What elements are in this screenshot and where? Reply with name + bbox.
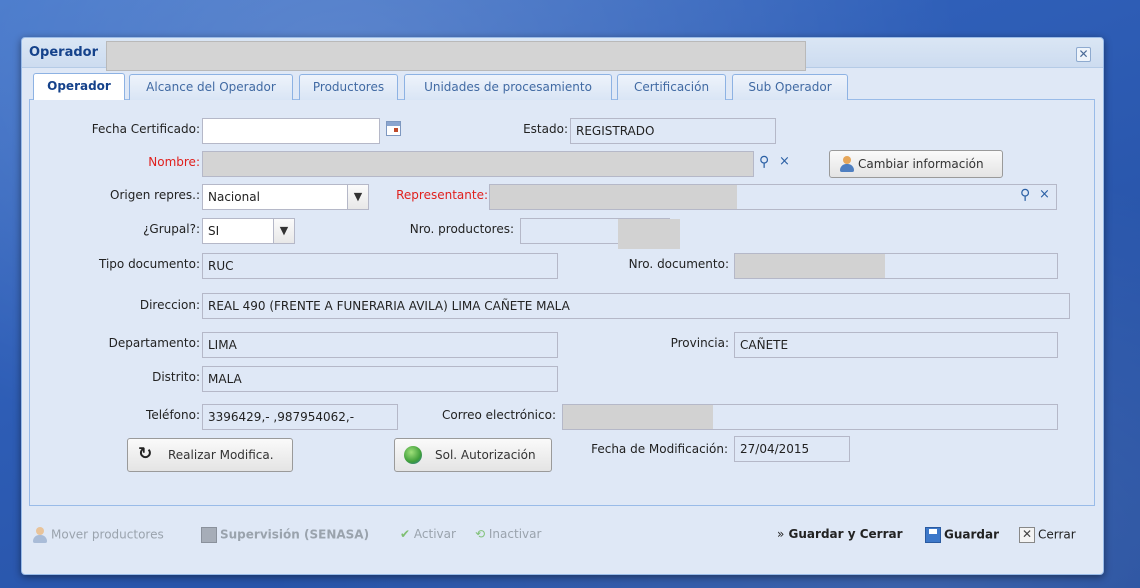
bottom-toolbar: Mover productores Supervisión (SENASA) ✔…: [29, 518, 1097, 552]
inactivar-button[interactable]: ⟲ Inactivar: [475, 527, 541, 541]
double-chevron-right-icon: »: [777, 527, 785, 541]
refresh-icon: ↻: [138, 444, 153, 464]
mover-productores-button[interactable]: Mover productores: [32, 527, 164, 543]
correo-redacted: [563, 405, 713, 429]
nro-productores-redacted: [618, 219, 680, 249]
estado-field: REGISTRADO: [570, 118, 776, 144]
calendar-icon[interactable]: [386, 121, 401, 136]
representante-label: Representante:: [396, 188, 488, 202]
tab-bar: Operador Alcance del Operador Productore…: [29, 72, 1095, 100]
tab-sub-operador[interactable]: Sub Operador: [732, 74, 848, 100]
guardar-cerrar-label: Guardar y Cerrar: [788, 527, 903, 541]
sol-autorizacion-label: Sol. Autorización: [435, 448, 536, 462]
fecha-modificacion-label: Fecha de Modificación:: [591, 442, 728, 456]
activar-label: Activar: [413, 527, 456, 541]
inactivar-icon: ⟲: [475, 527, 486, 541]
fecha-certificado-label: Fecha Certificado:: [91, 122, 200, 136]
correo-label: Correo electrónico:: [442, 408, 556, 422]
fecha-modificacion-field: 27/04/2015: [734, 436, 850, 462]
clear-icon[interactable]: ×: [779, 154, 790, 169]
check-icon: ✔: [400, 527, 411, 541]
tab-certificacion[interactable]: Certificación: [617, 74, 726, 100]
direccion-label: Direccion:: [139, 298, 200, 312]
close-icon: ✕: [1019, 527, 1035, 543]
nombre-label: Nombre:: [148, 155, 200, 169]
guardar-label: Guardar: [944, 527, 1000, 542]
close-icon[interactable]: ✕: [1076, 47, 1091, 62]
guardar-button[interactable]: Guardar: [925, 527, 999, 543]
nombre-field[interactable]: [202, 151, 754, 177]
grid-icon: [201, 527, 217, 543]
cerrar-button[interactable]: ✕ Cerrar: [1019, 527, 1076, 543]
telefono-label: Teléfono:: [146, 408, 200, 422]
estado-label: Estado:: [523, 122, 568, 136]
nro-productores-label: Nro. productores:: [409, 222, 514, 236]
activar-button[interactable]: ✔ Activar: [400, 527, 456, 541]
realizar-modifica-label: Realizar Modifica.: [168, 448, 274, 462]
tab-unidades-procesamiento[interactable]: Unidades de procesamiento: [404, 74, 612, 100]
departamento-field: LIMA: [202, 332, 558, 358]
save-icon: [925, 527, 941, 543]
chevron-down-icon[interactable]: ▼: [347, 184, 369, 210]
operador-window: Operador ✕ Operador Alcance del Operador…: [21, 37, 1104, 575]
fecha-certificado-field[interactable]: [202, 118, 380, 144]
window-title: Operador: [29, 45, 99, 60]
direccion-field: REAL 490 (FRENTE A FUNERARIA AVILA) LIMA…: [202, 293, 1070, 319]
title-redacted-area: [106, 41, 806, 71]
tab-productores[interactable]: Productores: [299, 74, 398, 100]
sol-autorizacion-button[interactable]: Sol. Autorización: [394, 438, 552, 472]
user-icon: [839, 156, 855, 172]
cerrar-label: Cerrar: [1038, 527, 1076, 542]
search-icon[interactable]: ⚲: [1020, 187, 1030, 203]
origen-label: Origen repres.:: [110, 188, 200, 202]
origen-select[interactable]: Nacional: [202, 184, 348, 210]
departamento-label: Departamento:: [108, 336, 200, 350]
supervision-label: Supervisión (SENASA): [220, 527, 370, 542]
operador-form-panel: Fecha Certificado: Estado: REGISTRADO No…: [29, 100, 1095, 506]
grupal-label: ¿Grupal?:: [143, 222, 200, 236]
provincia-label: Provincia:: [670, 336, 729, 350]
grupal-select[interactable]: SI: [202, 218, 274, 244]
guardar-cerrar-button[interactable]: » Guardar y Cerrar: [777, 527, 903, 541]
distrito-field: MALA: [202, 366, 558, 392]
tipo-documento-field: RUC: [202, 253, 558, 279]
inactivar-label: Inactivar: [488, 527, 542, 541]
chevron-down-icon[interactable]: ▼: [273, 218, 295, 244]
window-titlebar[interactable]: Operador ✕: [22, 38, 1103, 71]
nro-documento-label: Nro. documento:: [628, 257, 729, 271]
supervision-button[interactable]: Supervisión (SENASA): [201, 527, 369, 543]
cambiar-informacion-button[interactable]: Cambiar información: [829, 150, 1003, 178]
provincia-field: CAÑETE: [734, 332, 1058, 358]
tab-alcance-operador[interactable]: Alcance del Operador: [129, 74, 293, 100]
mover-productores-label: Mover productores: [51, 527, 164, 542]
realizar-modifica-button[interactable]: ↻ Realizar Modifica.: [127, 438, 293, 472]
earth-icon: [404, 446, 422, 464]
distrito-label: Distrito:: [152, 370, 200, 384]
search-icon[interactable]: ⚲: [759, 154, 769, 170]
cambiar-informacion-label: Cambiar información: [858, 157, 984, 171]
representante-redacted: [490, 185, 737, 209]
tipo-documento-label: Tipo documento:: [99, 257, 200, 271]
users-icon: [32, 527, 48, 543]
telefono-field: 3396429,- ,987954062,-: [202, 404, 398, 430]
nro-documento-redacted: [735, 254, 885, 278]
clear-icon[interactable]: ×: [1039, 187, 1050, 202]
tab-operador[interactable]: Operador: [33, 73, 125, 100]
